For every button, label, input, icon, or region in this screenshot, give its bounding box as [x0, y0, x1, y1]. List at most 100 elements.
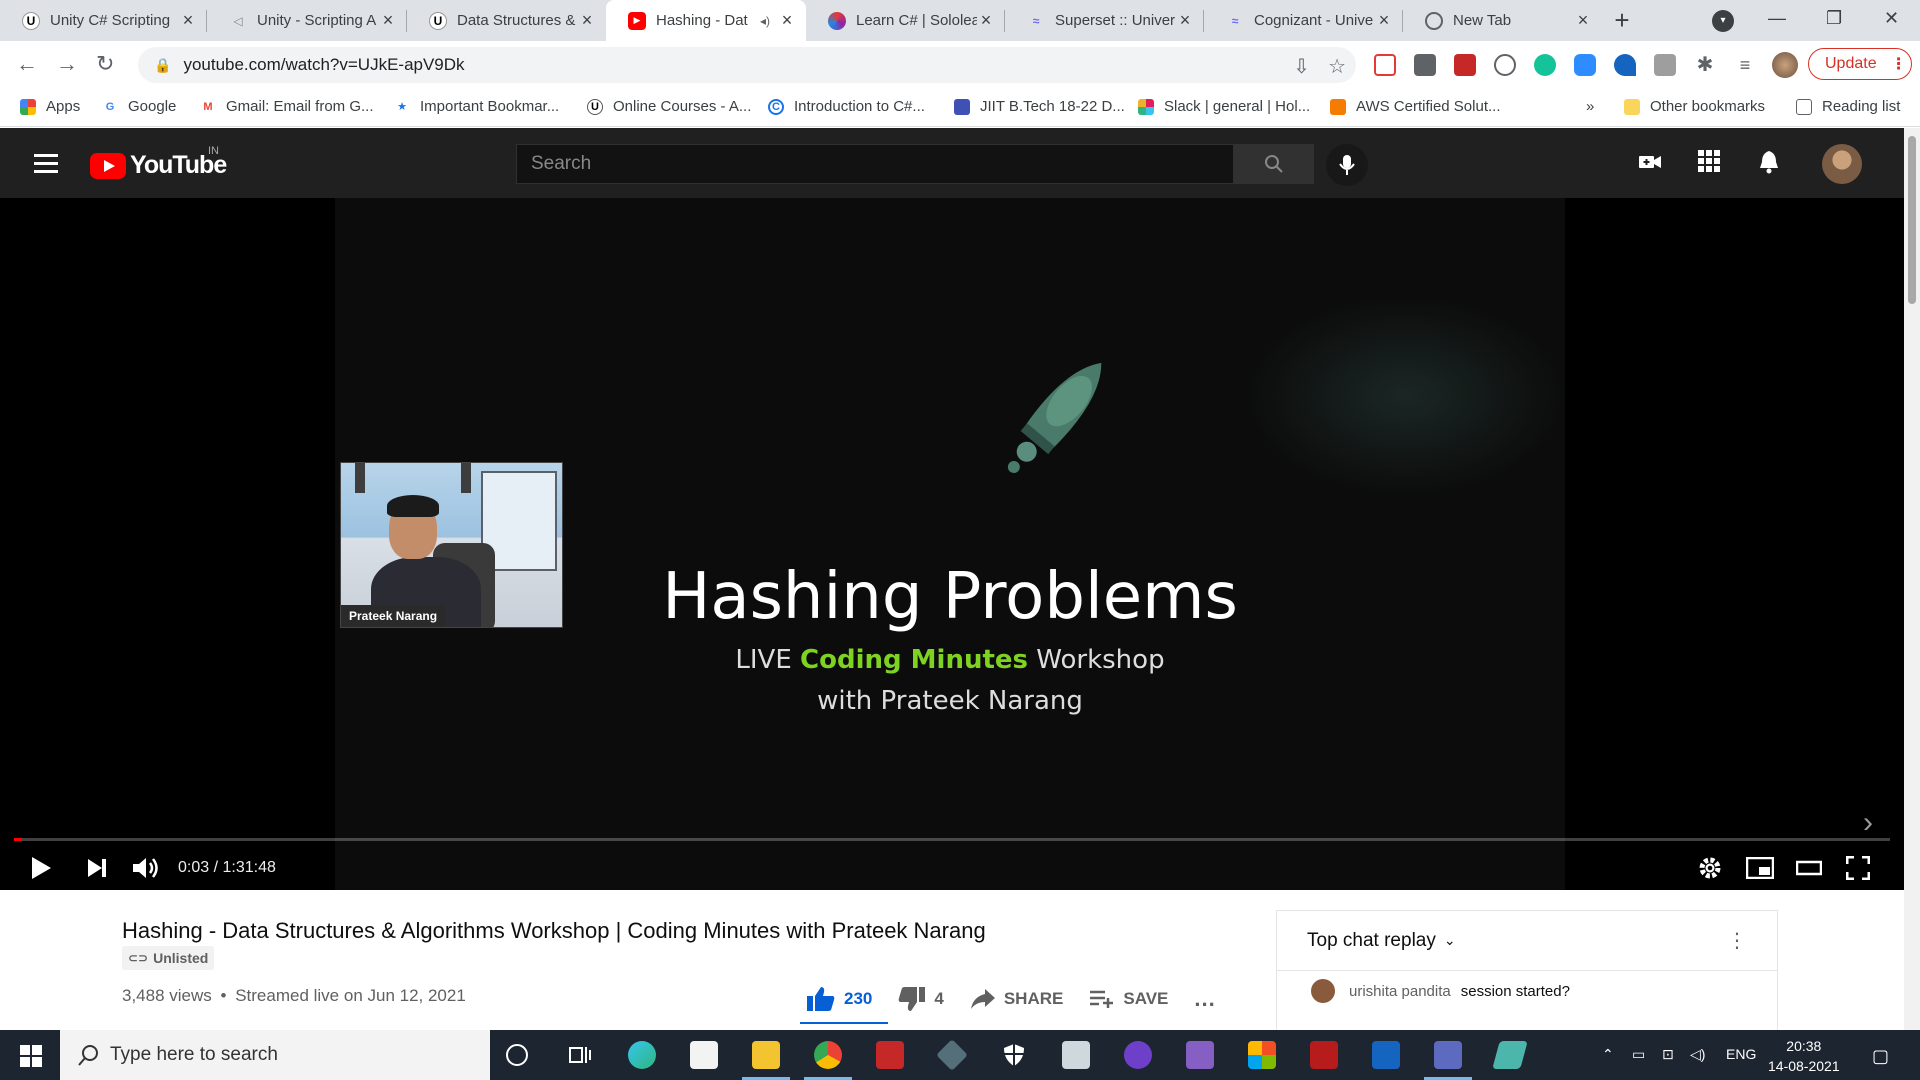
page-scrollbar[interactable] — [1904, 128, 1920, 1030]
save-button[interactable]: SAVE — [1089, 989, 1168, 1009]
minimize-icon[interactable]: — — [1768, 8, 1786, 29]
app-icon[interactable] — [1062, 1041, 1090, 1069]
tab-search-icon[interactable]: ▾ — [1712, 10, 1734, 32]
taskbar-search-input[interactable]: Type here to search — [60, 1030, 490, 1080]
audio-playing-icon[interactable]: ◂) — [760, 14, 770, 28]
file-explorer-icon[interactable] — [742, 1041, 790, 1080]
reading-list-button[interactable]: Reading list — [1796, 98, 1900, 115]
search-button[interactable] — [1234, 144, 1314, 184]
bookmark-apps[interactable]: Apps — [20, 98, 80, 115]
lock-icon[interactable]: 🔒 — [154, 57, 171, 74]
tab-hashing-active[interactable]: ▶ Hashing - Dat ◂) × — [606, 0, 806, 41]
next-video-button[interactable] — [86, 850, 108, 886]
bookmarks-overflow-button[interactable]: » — [1586, 98, 1594, 115]
profile-avatar[interactable] — [1772, 52, 1798, 78]
voice-search-button[interactable] — [1326, 144, 1368, 186]
kebab-menu-icon[interactable]: ⋮ — [1727, 928, 1747, 953]
language-indicator[interactable]: ENG — [1726, 1046, 1756, 1062]
notifications-bell-icon[interactable] — [1758, 150, 1780, 179]
bookmark-gmail[interactable]: M Gmail: Email from G... — [200, 98, 373, 115]
notification-center-icon[interactable]: ▢ — [1872, 1046, 1889, 1067]
tab-superset[interactable]: ≈ Superset :: Univer × — [1005, 0, 1204, 41]
theater-mode-button[interactable] — [1796, 850, 1822, 886]
windows-start-icon[interactable] — [20, 1045, 42, 1067]
chat-header-label[interactable]: Top chat replay — [1307, 930, 1436, 952]
chevron-down-icon[interactable]: ⌄ — [1444, 932, 1456, 949]
create-video-icon[interactable] — [1638, 150, 1662, 179]
security-shield-icon[interactable] — [1000, 1041, 1028, 1069]
acrobat-icon[interactable] — [1310, 1041, 1338, 1069]
video-player[interactable]: Hashing Problems LIVE Coding Minutes Wor… — [0, 198, 1904, 890]
edge-icon[interactable] — [628, 1041, 656, 1069]
dislike-button[interactable]: 4 — [898, 986, 944, 1012]
back-icon[interactable]: ← — [16, 51, 38, 77]
bookmark-star-icon[interactable]: ☆ — [1328, 54, 1346, 79]
bookmark-jiit[interactable]: JIIT B.Tech 18-22 D... — [954, 98, 1125, 115]
extension-icon[interactable] — [1614, 54, 1636, 76]
store-icon[interactable] — [690, 1041, 718, 1069]
like-button[interactable]: 230 — [806, 986, 872, 1012]
zoom-icon[interactable] — [1574, 54, 1596, 76]
app-icon[interactable] — [1248, 1041, 1276, 1069]
tray-chevron-up-icon[interactable]: ⌃ — [1602, 1046, 1614, 1063]
visual-studio-icon[interactable] — [1186, 1041, 1214, 1069]
youtube-logo[interactable]: YouTube IN — [90, 145, 227, 180]
tab-data-structures[interactable]: U Data Structures & × — [407, 0, 606, 41]
miniplayer-button[interactable] — [1746, 850, 1774, 886]
chat-header[interactable]: Top chat replay ⌄ ⋮ — [1277, 911, 1777, 971]
address-bar[interactable]: 🔒 youtube.com/watch?v=UJkE-apV9Dk ⇩ ☆ — [138, 47, 1356, 83]
app-icon[interactable] — [876, 1041, 904, 1069]
settings-button[interactable] — [1698, 850, 1722, 886]
extension-icon[interactable] — [1454, 54, 1476, 76]
kebab-menu-icon[interactable]: ⋮ — [1891, 54, 1907, 74]
scrollbar-thumb[interactable] — [1908, 136, 1916, 304]
share-button[interactable]: SHARE — [970, 988, 1063, 1010]
extension-icon[interactable] — [1494, 54, 1516, 76]
restore-icon[interactable]: ❐ — [1826, 8, 1842, 29]
close-icon[interactable]: × — [1375, 10, 1393, 31]
menu-icon[interactable] — [34, 154, 58, 178]
tab-unity-scripting[interactable]: U Unity C# Scripting × — [0, 0, 207, 41]
bookmark-aws[interactable]: AWS Certified Solut... — [1330, 98, 1501, 115]
battery-icon[interactable]: ▭ — [1632, 1046, 1645, 1063]
cortana-icon[interactable] — [506, 1044, 528, 1066]
close-icon[interactable]: × — [179, 10, 197, 31]
fullscreen-button[interactable] — [1846, 850, 1870, 886]
bookmark-other[interactable]: Other bookmarks — [1624, 98, 1765, 115]
address-url[interactable]: youtube.com/watch?v=UJkE-apV9Dk — [183, 55, 464, 75]
puzzle-extensions-icon[interactable]: ✱ — [1694, 54, 1716, 76]
search-input[interactable]: Search — [516, 144, 1234, 184]
window-close-icon[interactable]: ✕ — [1884, 8, 1899, 29]
unity-hub-icon[interactable] — [936, 1039, 968, 1071]
tab-sololearn[interactable]: Learn C# | Sololea × — [806, 0, 1005, 41]
update-button[interactable]: Update ⋮ — [1808, 48, 1912, 80]
taskbar-search-placeholder[interactable]: Type here to search — [110, 1044, 278, 1066]
bookmark-intro-csharp[interactable]: C Introduction to C#... — [768, 98, 925, 115]
bookmark-slack[interactable]: Slack | general | Hol... — [1138, 98, 1310, 115]
progress-bar[interactable] — [14, 838, 1890, 841]
account-avatar[interactable] — [1822, 144, 1862, 184]
new-tab-button[interactable]: + — [1606, 6, 1638, 36]
close-icon[interactable]: × — [778, 10, 796, 31]
network-icon[interactable]: ⊡ — [1662, 1046, 1674, 1063]
volume-button[interactable] — [132, 850, 160, 886]
close-icon[interactable]: × — [977, 10, 995, 31]
tab-new-tab[interactable]: New Tab × — [1403, 0, 1602, 41]
word-icon[interactable] — [1372, 1041, 1400, 1069]
extension-icon[interactable] — [1414, 54, 1436, 76]
play-button[interactable] — [30, 850, 52, 886]
chrome-icon[interactable] — [804, 1041, 852, 1080]
close-icon[interactable]: × — [1176, 10, 1194, 31]
reload-icon[interactable]: ↻ — [96, 51, 114, 77]
taskbar-clock[interactable]: 20:38 14-08-2021 — [1768, 1036, 1840, 1076]
close-icon[interactable]: × — [578, 10, 596, 31]
tab-cognizant[interactable]: ≈ Cognizant - Unive × — [1204, 0, 1403, 41]
media-control-icon[interactable]: ≡ — [1734, 54, 1756, 76]
pocket-extension-icon[interactable] — [1374, 54, 1396, 76]
app-icon[interactable] — [1492, 1041, 1528, 1069]
app-icon[interactable] — [1424, 1041, 1472, 1080]
forward-icon[interactable]: → — [56, 51, 78, 77]
bookmark-online-courses[interactable]: U Online Courses - A... — [587, 98, 751, 115]
github-icon[interactable] — [1124, 1041, 1152, 1069]
close-icon[interactable]: × — [1574, 10, 1592, 31]
